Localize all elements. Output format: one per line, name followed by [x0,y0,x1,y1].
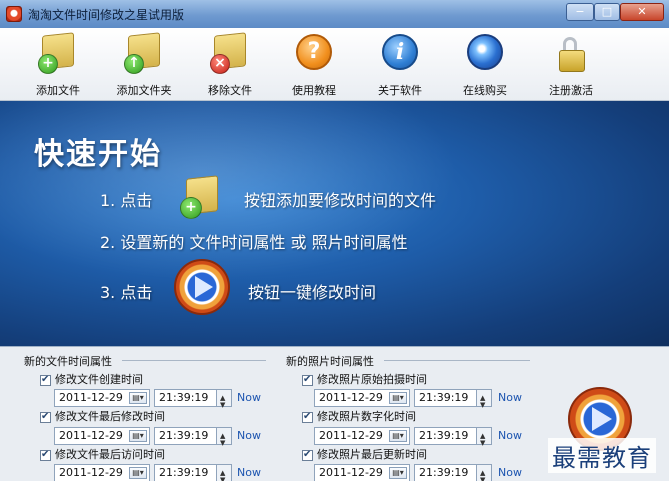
close-button[interactable]: ✕ [620,3,664,21]
step2-text: 2. 设置新的 文件时间属性 或 照片时间属性 [100,233,408,252]
file-created-date-input[interactable]: 2011-12-29 ▤▾ [54,389,150,407]
spin-down-icon[interactable]: ▼ [480,472,485,481]
file-accessed-now-link[interactable]: Now [237,466,261,479]
calendar-dropdown-icon[interactable]: ▤▾ [389,430,407,442]
photo-time-group-title: 新的照片时间属性 [286,355,374,368]
spin-down-icon[interactable]: ▼ [220,435,225,451]
add-folder-label: 添加文件夹 [116,84,172,97]
add-file-label: 添加文件 [36,84,80,97]
modify-go-illustration-icon [174,259,230,315]
spin-down-icon[interactable]: ▼ [480,397,485,413]
add-folder-icon: ↑ [124,32,164,74]
lock-icon [551,34,591,74]
photo-taken-date-input[interactable]: 2011-12-29 ▤▾ [314,389,410,407]
step3-suffix: 按钮一键修改时间 [248,283,377,302]
photo-updated-date-input[interactable]: 2011-12-29 ▤▾ [314,464,410,481]
maximize-button[interactable]: □ [594,3,620,21]
spin-down-icon[interactable]: ▼ [220,472,225,481]
about-button[interactable]: i 关于软件 [358,32,442,98]
checkbox-box [302,410,313,424]
photo-taken-time-input[interactable]: 21:39:19 ▲ ▼ [414,389,492,409]
photo-taken-now-link[interactable]: Now [498,391,522,404]
checkbox-box [40,448,51,462]
add-file-button[interactable]: + 添加文件 [16,32,100,98]
file-time-group-title: 新的文件时间属性 [24,355,112,368]
remove-file-label: 移除文件 [208,84,252,97]
group-divider [384,360,530,361]
quick-start-banner: 快速开始 1. 点击 + 按钮添加要修改时间的文件 2. 设置新的 文件时间属性… [0,101,669,346]
checkbox-box [40,410,51,424]
file-modified-date-input[interactable]: 2011-12-29 ▤▾ [54,427,150,445]
spin-down-icon[interactable]: ▼ [220,397,225,413]
photo-updated-now-link[interactable]: Now [498,466,522,479]
photo-digitized-now-link[interactable]: Now [498,429,522,442]
file-accessed-checkbox[interactable]: 修改文件最后访问时间 [40,448,165,462]
tutorial-button[interactable]: ? 使用教程 [272,32,356,98]
tutorial-label: 使用教程 [292,84,336,97]
quick-start-title: 快速开始 [34,137,162,172]
spin-down-icon[interactable]: ▼ [480,435,485,451]
checkbox-box [302,373,313,387]
calendar-dropdown-icon[interactable]: ▤▾ [389,392,407,404]
time-spinner[interactable]: ▲ ▼ [476,465,491,481]
file-created-time-input[interactable]: 21:39:19 ▲ ▼ [154,389,232,409]
about-label: 关于软件 [378,84,422,97]
photo-taken-checkbox[interactable]: 修改照片原始拍摄时间 [302,373,427,387]
step1-suffix: 按钮添加要修改时间的文件 [244,191,437,210]
app-logo-icon [6,6,22,22]
window-title: 淘淘文件时间修改之星试用版 [28,8,185,22]
file-accessed-date-input[interactable]: 2011-12-29 ▤▾ [54,464,150,481]
buy-online-label: 在线购买 [463,84,507,97]
photo-updated-checkbox[interactable]: 修改照片最后更新时间 [302,448,427,462]
remove-file-icon: × [210,32,250,74]
buy-online-button[interactable]: 在线购买 [443,32,527,98]
file-modified-checkbox[interactable]: 修改文件最后修改时间 [40,410,165,424]
file-created-checkbox[interactable]: 修改文件创建时间 [40,373,143,387]
register-label: 注册激活 [549,84,593,97]
file-modified-now-link[interactable]: Now [237,429,261,442]
minimize-button[interactable]: − [566,3,594,21]
add-file-illustration-icon: + [180,175,220,219]
file-modified-time-input[interactable]: 21:39:19 ▲ ▼ [154,427,232,447]
calendar-dropdown-icon[interactable]: ▤▾ [129,392,147,404]
register-button[interactable]: 注册激活 [529,32,613,98]
group-divider [122,360,266,361]
checkbox-box [40,373,51,387]
help-icon: ? [294,34,334,74]
flame-globe-icon [465,34,505,74]
title-bar: 淘淘文件时间修改之星试用版 − □ ✕ [0,0,669,29]
file-created-now-link[interactable]: Now [237,391,261,404]
checkbox-box [302,448,313,462]
watermark-text: 最需教育 [548,438,656,473]
info-icon: i [380,34,420,74]
time-spinner[interactable]: ▲ ▼ [216,390,231,409]
step1-prefix: 1. 点击 [100,191,153,210]
remove-file-button[interactable]: × 移除文件 [188,32,272,98]
calendar-dropdown-icon[interactable]: ▤▾ [129,467,147,479]
time-spinner[interactable]: ▲ ▼ [476,428,491,447]
add-folder-button[interactable]: ↑ 添加文件夹 [102,32,186,98]
photo-digitized-checkbox[interactable]: 修改照片数字化时间 [302,410,416,424]
time-spinner[interactable]: ▲ ▼ [216,465,231,481]
calendar-dropdown-icon[interactable]: ▤▾ [389,467,407,479]
photo-digitized-date-input[interactable]: 2011-12-29 ▤▾ [314,427,410,445]
photo-digitized-time-input[interactable]: 21:39:19 ▲ ▼ [414,427,492,447]
add-file-icon: + [38,32,78,74]
time-spinner[interactable]: ▲ ▼ [216,428,231,447]
time-spinner[interactable]: ▲ ▼ [476,390,491,409]
step3-prefix: 3. 点击 [100,283,153,302]
photo-updated-time-input[interactable]: 21:39:19 ▲ ▼ [414,464,492,481]
app-window: 淘淘文件时间修改之星试用版 − □ ✕ + 添加文件 ↑ 添加文件夹 × 移除文… [0,0,669,481]
toolbar: + 添加文件 ↑ 添加文件夹 × 移除文件 ? 使用教程 i 关于软件 在线购买… [0,28,669,101]
file-accessed-time-input[interactable]: 21:39:19 ▲ ▼ [154,464,232,481]
calendar-dropdown-icon[interactable]: ▤▾ [129,430,147,442]
